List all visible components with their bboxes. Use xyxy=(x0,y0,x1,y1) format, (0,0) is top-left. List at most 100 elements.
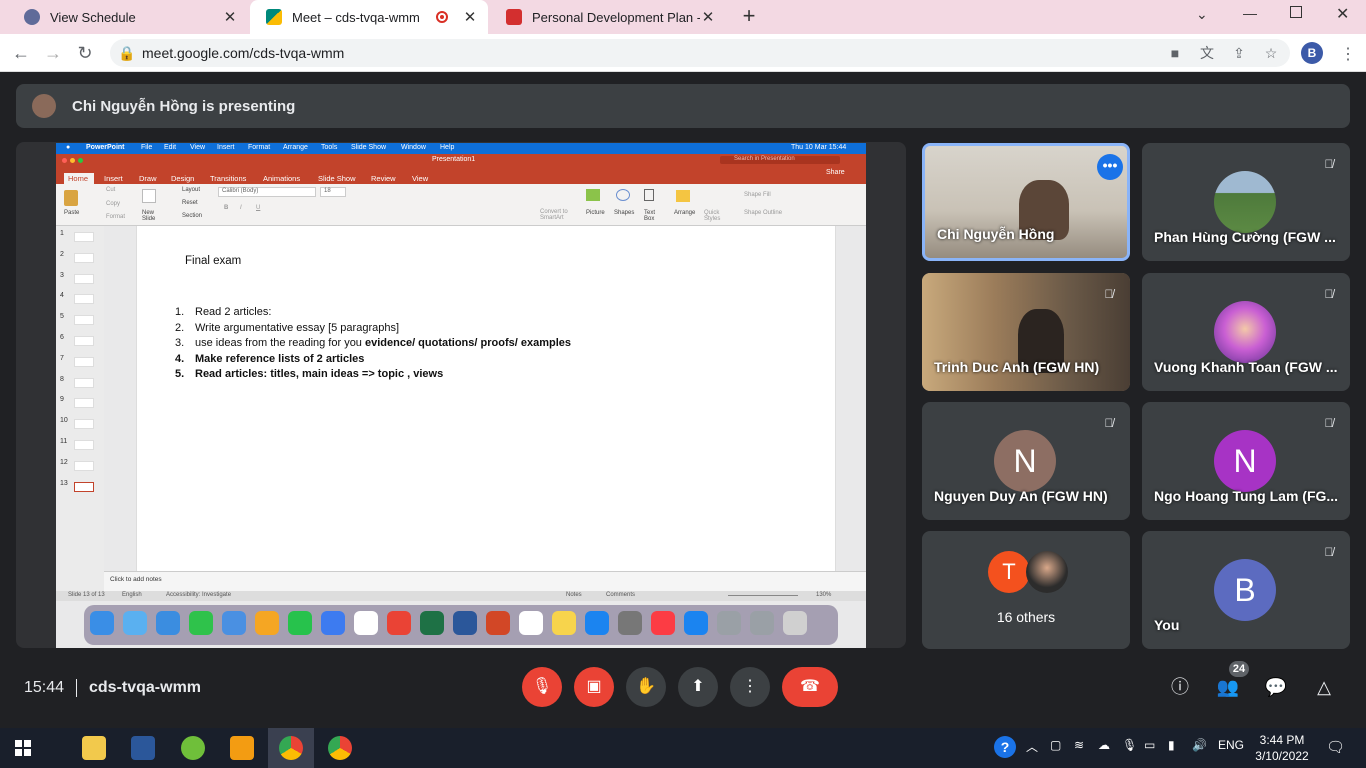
raise-hand-button[interactable]: ✋ xyxy=(626,667,666,707)
camera-off-button[interactable]: ▣ xyxy=(574,667,614,707)
windows-start-icon[interactable] xyxy=(15,740,31,756)
schedule-favicon-icon xyxy=(24,9,40,25)
reload-icon[interactable]: ↻ xyxy=(74,42,96,64)
tab-personal-development-plan[interactable]: Personal Development Plan - Def ✕ xyxy=(490,0,726,34)
ppt-tab: Animations xyxy=(263,174,301,183)
chat-icon[interactable]: 💬 xyxy=(1264,675,1288,699)
show-hidden-icons-icon[interactable]: ︿ xyxy=(1026,738,1038,755)
camera-icon[interactable]: ■ xyxy=(1166,44,1184,62)
close-window-icon[interactable]: ✕ xyxy=(1336,4,1349,24)
cloud-icon[interactable]: ☁ xyxy=(1098,738,1110,752)
pdf-app-icon[interactable] xyxy=(230,736,254,760)
tab-search-chevron-icon[interactable]: ⌄ xyxy=(1196,6,1208,23)
app-refresh-icon[interactable] xyxy=(181,736,205,760)
mac-menu-item: Tools xyxy=(321,144,338,151)
ribbon-label: Copy xyxy=(106,201,121,207)
participant-tile[interactable]: 🎙̸ Phan Hùng Cường (FGW ... xyxy=(1142,143,1350,261)
meeting-details-info-icon[interactable]: ⓘ xyxy=(1168,675,1192,699)
new-tab-plus-icon[interactable]: + xyxy=(738,4,760,28)
minimize-icon[interactable]: — xyxy=(1243,5,1257,21)
battery-icon[interactable]: ▮ xyxy=(1168,738,1175,752)
dock-app-icon xyxy=(123,611,147,635)
participant-tile[interactable]: ••• Chi Nguyễn Hồng xyxy=(922,143,1130,261)
present-now-button[interactable]: ⬆ xyxy=(678,667,718,707)
participant-name: Phan Hùng Cường (FGW ... xyxy=(1154,229,1336,245)
chrome-menu-icon[interactable]: ⋮ xyxy=(1340,44,1356,64)
status-language: English xyxy=(122,592,142,598)
notes-pane: Click to add notes xyxy=(104,571,866,591)
others-label: 16 others xyxy=(996,609,1056,625)
others-photo-avatar xyxy=(1026,551,1068,593)
share-icon[interactable]: ⇪ xyxy=(1230,44,1248,62)
forward-arrow-icon[interactable]: → xyxy=(42,42,64,64)
more-options-button[interactable]: ⋮ xyxy=(730,667,770,707)
slide-thumbnail: 11 xyxy=(60,438,100,452)
shapes-icon xyxy=(616,189,630,201)
ribbon-label: Cut xyxy=(106,187,116,193)
participant-tile[interactable]: 🎙̸ Vuong Khanh Toan (FGW ... xyxy=(1142,273,1350,391)
meet-now-icon[interactable]: ▢ xyxy=(1050,738,1061,752)
status-accessibility: Accessibility: Investigate xyxy=(166,592,232,598)
lock-icon[interactable]: 🔒 xyxy=(118,44,136,62)
ribbon-label: Reset xyxy=(182,200,198,206)
leave-call-button[interactable]: ☎ xyxy=(782,667,838,707)
dock-app-icon xyxy=(618,611,642,635)
address-bar[interactable]: 🔒 meet.google.com/cds-tvqa-wmm ■ 文 ⇪ ☆ xyxy=(110,39,1290,67)
slide-thumbnail: 4 xyxy=(60,292,100,306)
slide-thumbnail: 13 xyxy=(60,480,100,494)
slide-number: 2 xyxy=(60,250,64,258)
dock-app-icon xyxy=(717,611,741,635)
chrome-icon[interactable] xyxy=(279,736,303,760)
presenting-banner: Chi Nguyễn Hồng is presenting xyxy=(16,84,1350,128)
dock-app-icon xyxy=(189,611,213,635)
back-arrow-icon[interactable]: ← xyxy=(10,42,32,64)
language-indicator[interactable]: ENG xyxy=(1218,738,1244,752)
browser-toolbar: ← → ↻ 🔒 meet.google.com/cds-tvqa-wmm ■ 文… xyxy=(0,34,1366,72)
microphone-off-button[interactable]: 🎙 xyxy=(522,667,562,707)
more-options-icon[interactable]: ••• xyxy=(1097,154,1123,180)
new-slide-icon xyxy=(142,189,156,203)
slide-list-item: 4. Make reference lists of 2 articles xyxy=(175,352,365,365)
restore-icon[interactable] xyxy=(1290,6,1302,18)
dock-app-icon xyxy=(750,611,774,635)
self-tile[interactable]: B 🎙̸ You xyxy=(1142,531,1350,649)
muted-mic-icon: 🎙̸ xyxy=(1324,416,1334,430)
people-icon[interactable]: 👥 xyxy=(1216,675,1240,699)
vertical-dots-icon: ⋮ xyxy=(742,678,758,695)
arrange-icon xyxy=(676,190,690,202)
taskbar-clock[interactable]: 3:44 PM 3/10/2022 xyxy=(1252,732,1312,764)
slide-thumbnails-panel: 1 2 3 4 5 6 7 8 9 10 11 12 13 xyxy=(56,226,104,598)
display-icon[interactable]: ▭ xyxy=(1144,738,1155,752)
activities-icon[interactable]: △ xyxy=(1312,675,1336,699)
ribbon-label: New Slide xyxy=(142,210,156,222)
microphone-icon[interactable]: 🎙 xyxy=(1122,738,1137,752)
participant-tile[interactable]: N 🎙̸ Ngo Hoang Tung Lam (FG... xyxy=(1142,402,1350,520)
volume-icon[interactable]: 🔊 xyxy=(1192,738,1207,752)
tab-meet[interactable]: Meet – cds-tvqa-wmm ✕ xyxy=(250,0,488,34)
word-icon[interactable] xyxy=(131,736,155,760)
others-initial-avatar: T xyxy=(988,551,1030,593)
others-tile[interactable]: T 16 others xyxy=(922,531,1130,649)
close-tab-icon[interactable]: ✕ xyxy=(222,8,238,26)
wifi-icon[interactable]: ≋ xyxy=(1074,738,1084,752)
underline-icon: U xyxy=(256,205,261,211)
participant-tile[interactable]: 🎙̸ Trinh Duc Anh (FGW HN) xyxy=(922,273,1130,391)
hang-up-icon: ☎ xyxy=(800,678,820,695)
file-explorer-icon[interactable] xyxy=(82,736,106,760)
participant-name: You xyxy=(1154,617,1180,633)
profile-avatar[interactable]: B xyxy=(1301,42,1323,64)
bookmark-star-icon[interactable]: ☆ xyxy=(1262,44,1280,62)
participant-initial-avatar: B xyxy=(1214,559,1276,621)
notifications-icon[interactable]: 🗨 xyxy=(1326,738,1345,756)
ppt-tab: Slide Show xyxy=(318,174,356,183)
close-tab-icon[interactable]: ✕ xyxy=(700,8,716,26)
participant-tile[interactable]: N 🎙̸ Nguyen Duy An (FGW HN) xyxy=(922,402,1130,520)
slide-thumbnail: 8 xyxy=(60,376,100,390)
help-icon[interactable]: ? xyxy=(994,736,1016,758)
translate-icon[interactable]: 文 xyxy=(1198,44,1216,62)
camera-off-icon: ▣ xyxy=(586,678,602,695)
muted-mic-icon: 🎙̸ xyxy=(1104,287,1114,301)
tab-view-schedule[interactable]: View Schedule ✕ xyxy=(8,0,248,34)
chrome-profile-icon[interactable] xyxy=(328,736,352,760)
close-tab-icon[interactable]: ✕ xyxy=(462,8,478,26)
